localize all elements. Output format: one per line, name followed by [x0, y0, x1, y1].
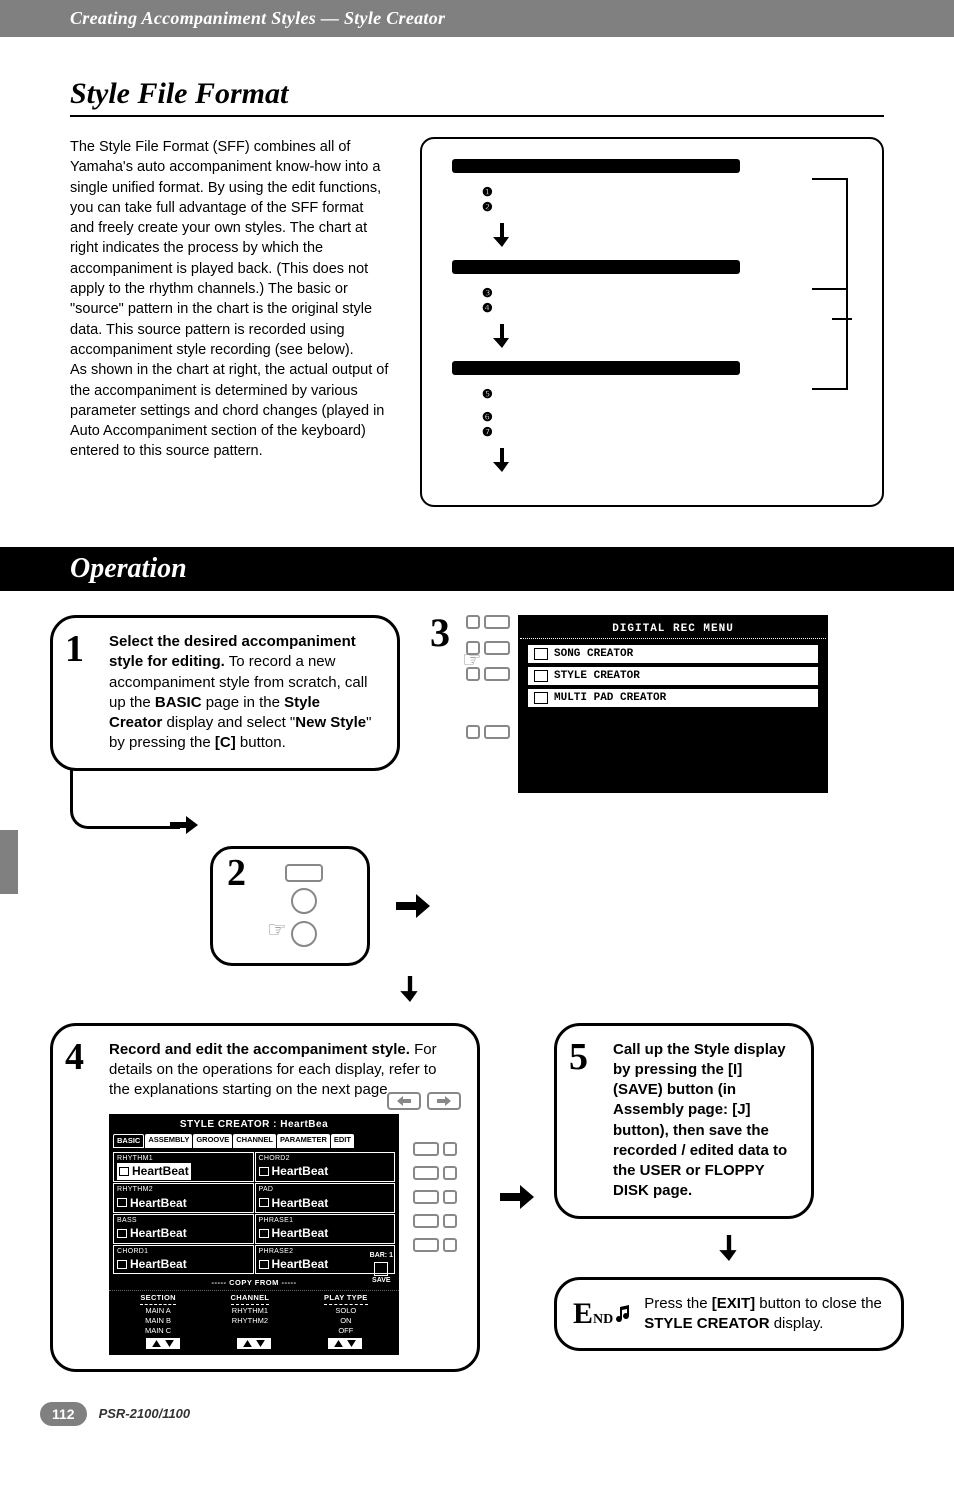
section-title: Style File Format	[70, 77, 884, 117]
digital-recording-button[interactable]	[285, 864, 323, 882]
tab-next-button[interactable]	[427, 1092, 461, 1110]
lcd-title: STYLE CREATOR : HeartBea	[109, 1118, 399, 1132]
lcd-tab-edit[interactable]: EDIT	[331, 1134, 354, 1148]
intro-paragraph-2: As shown in the chart at right, the actu…	[70, 362, 388, 459]
end-text: Press the [EXIT] button to close the STY…	[644, 1294, 883, 1335]
panel-round-button[interactable]	[291, 888, 317, 914]
header-breadcrumb: Creating Accompaniment Styles — Style Cr…	[0, 0, 954, 37]
lcd-channel-cell[interactable]: CHORD1HeartBeat	[113, 1245, 254, 1275]
chart-bullet-7: ❼	[482, 425, 852, 440]
breadcrumb-text: Creating Accompaniment Styles — Style Cr…	[70, 8, 445, 28]
arrow-right-icon	[500, 1184, 534, 1210]
panel-button[interactable]	[443, 1190, 457, 1204]
sff-flowchart: ❶ ❷ ❸ ❹ ❺ ❻ ❼	[420, 137, 884, 507]
step-number-1: 1	[65, 624, 84, 675]
chart-bullet-4: ❹	[482, 301, 852, 316]
step-number-5: 5	[569, 1032, 588, 1083]
lcd-tab-assembly[interactable]: ASSEMBLY	[145, 1134, 192, 1148]
menu-item-song-creator[interactable]: SONG CREATOR	[528, 645, 818, 663]
tab-back-button[interactable]	[387, 1092, 421, 1110]
lcd-tab-basic[interactable]: BASIC	[113, 1134, 144, 1148]
panel-button[interactable]	[466, 725, 480, 739]
style-creator-screen: STYLE CREATOR : HeartBea BASIC ASSEMBLY …	[109, 1114, 399, 1355]
intro-paragraph-1: The Style File Format (SFF) combines all…	[70, 139, 381, 358]
step4-text: Record and edit the accompaniment style.…	[109, 1040, 457, 1101]
arrow-right-icon	[396, 893, 430, 919]
music-note-icon	[614, 1305, 632, 1323]
menu-item-style-creator[interactable]: STYLE CREATOR	[528, 667, 818, 685]
arrow-down-icon	[399, 989, 421, 1006]
panel-round-button[interactable]	[291, 921, 317, 947]
style-icon	[534, 670, 548, 682]
note-icon	[534, 648, 548, 660]
pad-icon	[534, 692, 548, 704]
lcd-channel-cell[interactable]: BASSHeartBeat	[113, 1214, 254, 1244]
lcd-channel-cell[interactable]: CHORD2HeartBeat	[255, 1152, 396, 1183]
connector-line	[70, 769, 180, 829]
digital-rec-menu-screen: DIGITAL REC MENU SONG CREATOR STYLE CREA…	[518, 615, 828, 793]
step-4-box: 4 Record and edit the accompaniment styl…	[50, 1023, 480, 1372]
updown-control[interactable]	[328, 1338, 362, 1349]
operation-heading: Operation	[0, 547, 954, 591]
arrow-down-icon	[554, 1235, 904, 1261]
step-5-box: 5 Call up the Style display by pressing …	[554, 1023, 814, 1219]
arrow-right-icon	[170, 815, 400, 840]
panel-button[interactable]	[413, 1214, 439, 1228]
arrow-down-icon	[492, 223, 852, 252]
panel-button[interactable]	[443, 1166, 457, 1180]
panel-button[interactable]	[443, 1142, 457, 1156]
panel-button[interactable]	[413, 1166, 439, 1180]
intro-text-block: The Style File Format (SFF) combines all…	[70, 137, 390, 507]
lcd-tab-parameter[interactable]: PARAMETER	[277, 1134, 330, 1148]
step-number-3: 3	[430, 609, 450, 656]
panel-button[interactable]	[484, 615, 510, 629]
panel-button[interactable]	[443, 1214, 457, 1228]
end-label: END	[573, 1294, 632, 1335]
hand-pointer-icon: ☞	[462, 647, 482, 673]
panel-button[interactable]	[484, 667, 510, 681]
panel-button[interactable]	[484, 641, 510, 655]
arrow-down-icon	[492, 324, 852, 353]
lcd-channel-cell[interactable]: PHRASE1HeartBeat	[255, 1214, 396, 1244]
chart-bullet-2: ❷	[482, 200, 852, 215]
chart-bullet-6: ❻	[482, 410, 852, 425]
operation-title: Operation	[70, 553, 187, 584]
chart-connector	[812, 169, 852, 469]
lcd-channel-cell[interactable]: PADHeartBeat	[255, 1183, 396, 1213]
step5-text: Call up the Style display by pressing th…	[613, 1041, 787, 1200]
step-1-box: 1 Select the desired accompaniment style…	[50, 615, 400, 771]
step-number-4: 4	[65, 1032, 84, 1083]
menu-item-multipad-creator[interactable]: MULTI PAD CREATOR	[528, 689, 818, 707]
screen-side-buttons-right	[413, 1142, 457, 1252]
updown-control[interactable]	[146, 1338, 180, 1349]
page-number-badge: 112	[40, 1402, 87, 1426]
lcd-tab-channel[interactable]: CHANNEL	[233, 1134, 276, 1148]
lcd-channel-cell[interactable]: RHYTHM1HeartBeat	[113, 1152, 254, 1183]
panel-button[interactable]	[413, 1142, 439, 1156]
panel-button[interactable]	[484, 725, 510, 739]
step-2-box: 2 ☞	[210, 846, 370, 966]
step1-text: Select the desired accompaniment style f…	[109, 633, 371, 751]
updown-control[interactable]	[237, 1338, 271, 1349]
screen-side-buttons-left: ☞	[466, 615, 510, 793]
arrow-down-icon	[492, 448, 852, 477]
step-end-box: END Press the [EXIT] button to close the…	[554, 1277, 904, 1352]
panel-button[interactable]	[413, 1238, 439, 1252]
panel-button[interactable]	[413, 1190, 439, 1204]
hand-pointer-icon: ☞	[267, 917, 287, 943]
panel-button[interactable]	[443, 1238, 457, 1252]
model-label: PSR-2100/1100	[99, 1406, 191, 1421]
chart-bullet-3: ❸	[482, 286, 852, 301]
chart-bullet-5: ❺	[482, 387, 852, 402]
step-number-2: 2	[227, 851, 246, 895]
screen-title: DIGITAL REC MENU	[520, 623, 826, 639]
lcd-channel-cell[interactable]: RHYTHM2HeartBeat	[113, 1183, 254, 1213]
panel-button[interactable]	[466, 615, 480, 629]
lcd-tab-row: BASIC ASSEMBLY GROOVE CHANNEL PARAMETER …	[109, 1132, 399, 1150]
lcd-tab-groove[interactable]: GROOVE	[193, 1134, 232, 1148]
chart-bullet-1: ❶	[482, 185, 852, 200]
save-icon	[374, 1262, 388, 1276]
